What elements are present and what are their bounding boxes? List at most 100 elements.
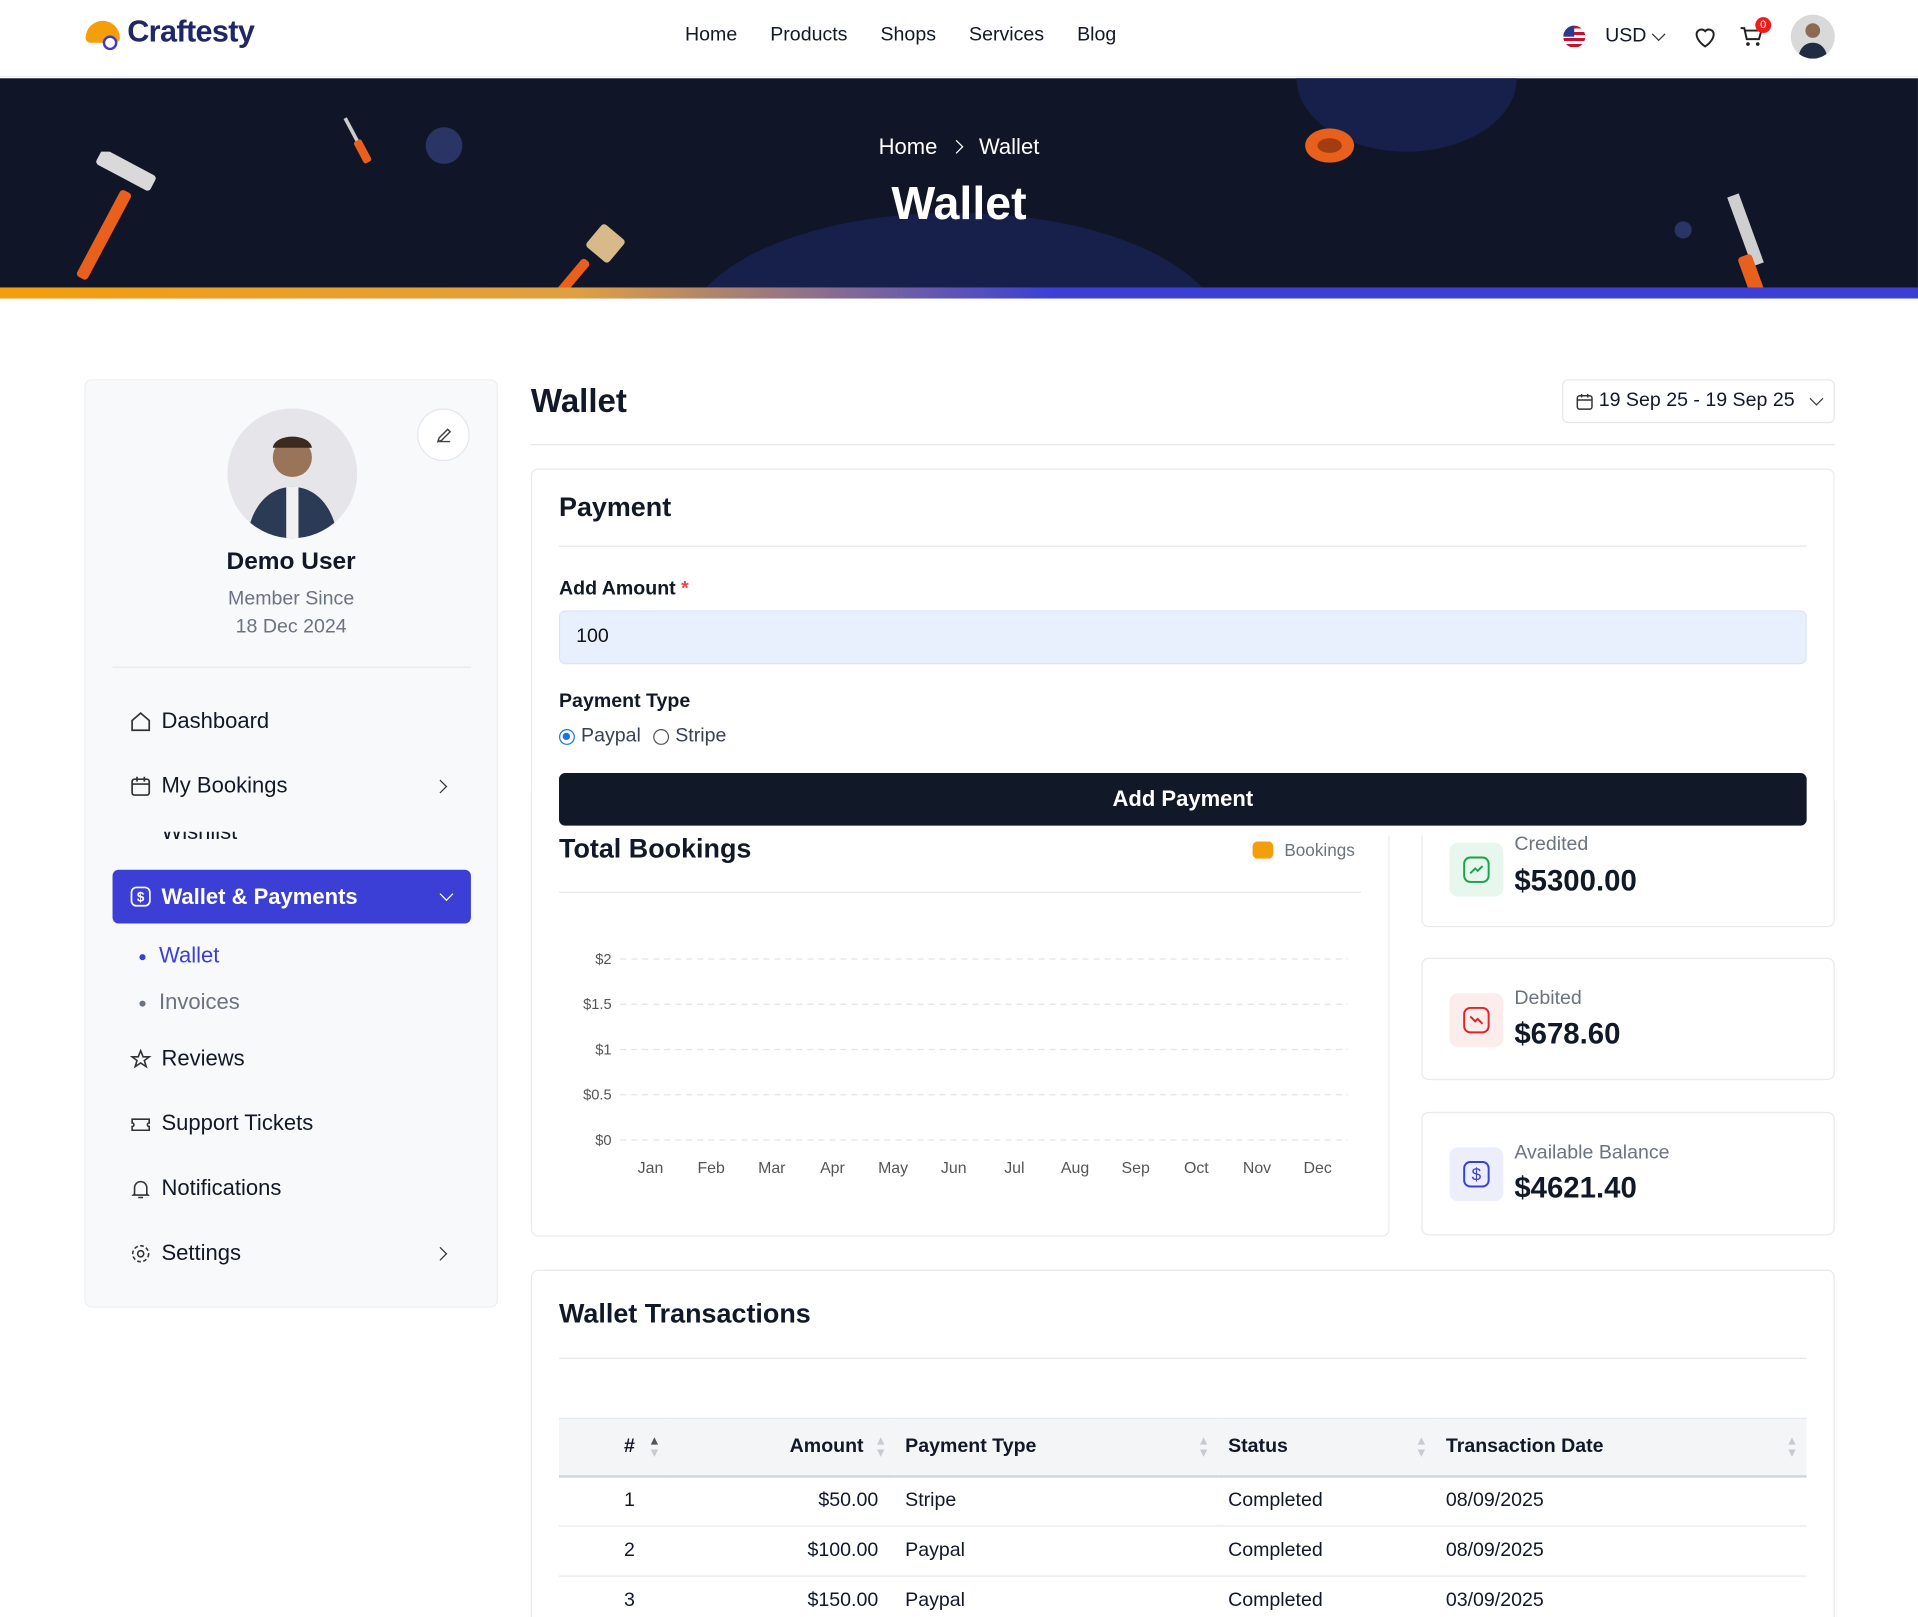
sidebar-item-wallet-payments[interactable]: $ Wallet & Payments (112, 869, 471, 924)
column-header-amount[interactable]: Amount (669, 1417, 896, 1478)
y-tick-label: $0 (595, 1133, 611, 1149)
x-tick-label: Apr (820, 1160, 845, 1177)
breadcrumb-home[interactable]: Home (879, 135, 938, 159)
sort-icon[interactable] (877, 1437, 886, 1459)
user-avatar[interactable] (1790, 14, 1835, 59)
column-header-status[interactable]: Status (1218, 1417, 1437, 1478)
column-header-payment-type[interactable]: Payment Type (895, 1417, 1219, 1478)
x-tick-label: Sep (1122, 1160, 1150, 1177)
x-tick-label: Oct (1184, 1160, 1209, 1177)
chart-legend: Bookings (1252, 840, 1355, 860)
cell-date: 08/09/2025 (1436, 1525, 1807, 1577)
sidebar-item-bookings[interactable]: My Bookings (130, 773, 460, 799)
cell-payment-type: Paypal (895, 1576, 1219, 1617)
cell-payment-type: Paypal (895, 1525, 1219, 1577)
sidebar-item-wishlist[interactable]: Wishlist (130, 832, 375, 844)
banner-gradient-strip (0, 287, 1918, 299)
sort-icon[interactable] (1199, 1437, 1209, 1459)
sidebar-subitem-invoices[interactable]: Invoices (139, 990, 240, 1016)
sort-icon[interactable] (1788, 1437, 1797, 1459)
star-icon (129, 1047, 152, 1068)
site-header: Craftesty Home Products Shops Services B… (0, 0, 1918, 78)
cell-index: 2 (559, 1525, 670, 1577)
cart-button[interactable]: 0 (1737, 17, 1772, 51)
currency-selector[interactable]: USD (1605, 26, 1646, 48)
cell-amount: $100.00 (669, 1525, 896, 1577)
radio-paypal[interactable]: Paypal (559, 725, 641, 747)
debited-value: $678.60 (1514, 1017, 1621, 1051)
chevron-right-icon (950, 139, 964, 154)
radio-label: Paypal (581, 725, 641, 747)
cell-payment-type: Stripe (895, 1475, 1219, 1527)
sidebar-item-support-tickets[interactable]: Support Tickets (130, 1111, 313, 1137)
edit-profile-button[interactable] (417, 408, 470, 462)
radio-stripe[interactable]: Stripe (653, 725, 726, 747)
sort-icon[interactable] (650, 1437, 660, 1459)
radio-button[interactable] (653, 728, 670, 745)
page-banner: Home Wallet Wallet (0, 78, 1918, 299)
trend-up-icon (1449, 842, 1504, 897)
calendar-icon (131, 776, 151, 796)
y-tick-label: $1.5 (583, 997, 612, 1013)
sidebar-item-dashboard[interactable]: Dashboard (130, 708, 269, 734)
x-tick-label: Nov (1243, 1160, 1271, 1177)
nav-shops[interactable]: Shops (880, 24, 936, 46)
chevron-right-icon (433, 778, 448, 793)
cell-date: 03/09/2025 (1436, 1576, 1807, 1617)
y-tick-label: $1 (595, 1042, 611, 1058)
member-since-label: Member Since (228, 588, 355, 610)
legend-label: Bookings (1284, 840, 1355, 860)
bookings-chart-card: Total Bookings Bookings $0 $0.5 $1 $1.5 $2 Ja… (530, 782, 1390, 1237)
transactions-title: Wallet Transactions (559, 1297, 811, 1329)
x-tick-label: Jul (1004, 1160, 1024, 1177)
svg-text:$: $ (137, 889, 145, 904)
logo-text: Craftesty (127, 14, 255, 49)
transactions-table: # Amount Payment Type Status Transaction… (559, 1417, 1807, 1617)
cell-status: Completed (1218, 1576, 1437, 1617)
banner-title: Wallet (891, 178, 1027, 230)
divider (112, 666, 471, 668)
sidebar-item-label: My Bookings (161, 773, 288, 798)
amount-input[interactable]: 100 (559, 610, 1807, 665)
nav-products[interactable]: Products (770, 24, 847, 46)
calendar-icon (1576, 393, 1593, 410)
column-label: Status (1228, 1435, 1288, 1457)
logo[interactable]: Craftesty (85, 14, 255, 50)
column-label: Transaction Date (1445, 1435, 1604, 1457)
dollar-icon: $ (130, 886, 151, 907)
nav-home[interactable]: Home (685, 24, 737, 46)
heart-icon[interactable] (1690, 22, 1719, 51)
x-tick-label: Feb (697, 1160, 725, 1177)
cell-status: Completed (1218, 1475, 1437, 1527)
date-range-picker[interactable]: 19 Sep 25 - 19 Sep 25 (1562, 379, 1835, 424)
sidebar-item-settings[interactable]: Settings (130, 1240, 460, 1266)
cell-amount: $150.00 (669, 1576, 896, 1617)
sidebar-item-notifications[interactable]: Notifications (130, 1175, 282, 1201)
x-tick-label: Aug (1061, 1160, 1089, 1177)
sort-icon[interactable] (1417, 1437, 1427, 1459)
nav-services[interactable]: Services (969, 24, 1044, 46)
y-tick-label: $2 (595, 952, 611, 968)
dollar-icon: $ (1449, 1147, 1504, 1202)
breadcrumb: Home Wallet (0, 135, 1918, 161)
nav-blog[interactable]: Blog (1077, 24, 1116, 46)
cell-amount: $50.00 (669, 1475, 896, 1527)
x-tick-label: May (878, 1160, 908, 1177)
debited-label: Debited (1514, 988, 1582, 1010)
account-sidebar: Demo User Member Since 18 Dec 2024 Dashb… (84, 379, 498, 1308)
sidebar-item-reviews[interactable]: Reviews (129, 1046, 245, 1072)
column-header-date[interactable]: Transaction Date (1436, 1417, 1807, 1478)
legend-swatch (1252, 841, 1274, 859)
add-payment-button[interactable]: Add Payment (559, 773, 1807, 826)
column-header-index[interactable]: # (559, 1417, 670, 1478)
sidebar-item-label: Notifications (161, 1175, 282, 1200)
x-tick-label: Jun (941, 1160, 967, 1177)
us-flag-icon (1563, 25, 1586, 48)
cell-status: Completed (1218, 1525, 1437, 1577)
radio-button-checked[interactable] (559, 728, 575, 745)
table-header-row: # Amount Payment Type Status Transaction… (559, 1417, 1807, 1478)
bookings-chart: $0 $0.5 $1 $1.5 $2 Jan Feb Mar Apr May Jun Jul Aug Se… (583, 952, 1348, 1177)
cart-count-badge: 0 (1755, 17, 1772, 34)
sidebar-subitem-wallet[interactable]: Wallet (139, 943, 219, 969)
chevron-down-icon[interactable] (1651, 27, 1666, 42)
